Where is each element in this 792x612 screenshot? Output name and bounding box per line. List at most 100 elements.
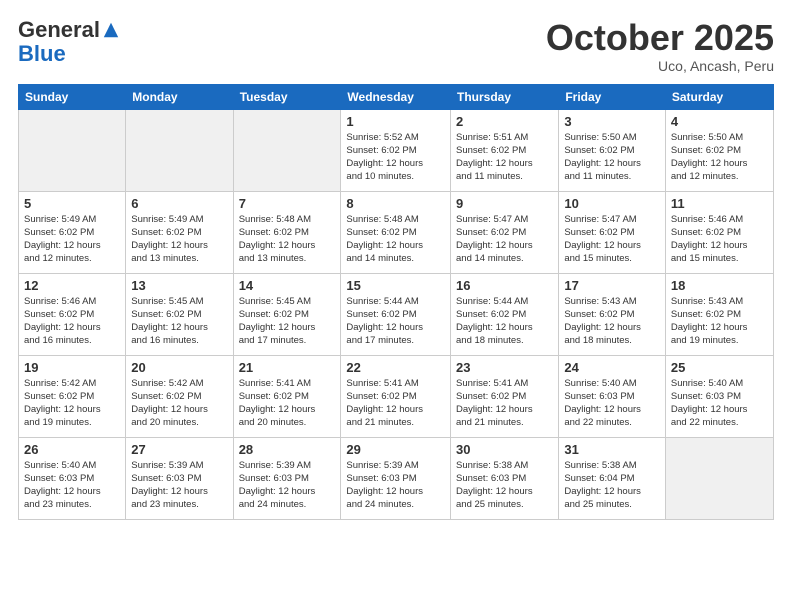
day-number: 19 <box>24 360 120 375</box>
day-number: 15 <box>346 278 445 293</box>
day-info: Sunrise: 5:39 AM Sunset: 6:03 PM Dayligh… <box>239 459 336 512</box>
day-info: Sunrise: 5:44 AM Sunset: 6:02 PM Dayligh… <box>346 295 445 348</box>
calendar: SundayMondayTuesdayWednesdayThursdayFrid… <box>18 84 774 520</box>
day-number: 3 <box>564 114 660 129</box>
calendar-cell: 15 Sunrise: 5:44 AM Sunset: 6:02 PM Dayli… <box>341 273 451 355</box>
day-number: 14 <box>239 278 336 293</box>
logo: General Blue <box>18 18 120 66</box>
calendar-cell: 14 Sunrise: 5:45 AM Sunset: 6:02 PM Dayli… <box>233 273 341 355</box>
calendar-cell: 22 Sunrise: 5:41 AM Sunset: 6:02 PM Dayli… <box>341 355 451 437</box>
day-info: Sunrise: 5:40 AM Sunset: 6:03 PM Dayligh… <box>564 377 660 430</box>
day-info: Sunrise: 5:48 AM Sunset: 6:02 PM Dayligh… <box>346 213 445 266</box>
calendar-cell <box>665 437 773 519</box>
day-info: Sunrise: 5:50 AM Sunset: 6:02 PM Dayligh… <box>671 131 768 184</box>
calendar-cell: 9Sunrise: 5:47 AM Sunset: 6:02 PM Daylig… <box>451 191 559 273</box>
day-info: Sunrise: 5:47 AM Sunset: 6:02 PM Dayligh… <box>564 213 660 266</box>
week-row-4: 26Sunrise: 5:40 AM Sunset: 6:03 PM Dayli… <box>19 437 774 519</box>
calendar-cell <box>233 109 341 191</box>
day-info: Sunrise: 5:38 AM Sunset: 6:04 PM Dayligh… <box>564 459 660 512</box>
day-info: Sunrise: 5:46 AM Sunset: 6:02 PM Dayligh… <box>671 213 768 266</box>
day-number: 31 <box>564 442 660 457</box>
day-info: Sunrise: 5:38 AM Sunset: 6:03 PM Dayligh… <box>456 459 553 512</box>
day-number: 21 <box>239 360 336 375</box>
calendar-cell: 10 Sunrise: 5:47 AM Sunset: 6:02 PM Dayli… <box>559 191 666 273</box>
day-number: 11 <box>671 196 768 211</box>
day-number: 4 <box>671 114 768 129</box>
week-row-0: 1 Sunrise: 5:52 AM Sunset: 6:02 PM Daylig… <box>19 109 774 191</box>
day-info: Sunrise: 5:43 AM Sunset: 6:02 PM Dayligh… <box>564 295 660 348</box>
calendar-cell: 20Sunrise: 5:42 AM Sunset: 6:02 PM Dayli… <box>126 355 233 437</box>
day-number: 30 <box>456 442 553 457</box>
day-number: 23 <box>456 360 553 375</box>
week-row-1: 5 Sunrise: 5:49 AM Sunset: 6:02 PM Daylig… <box>19 191 774 273</box>
week-row-3: 19 Sunrise: 5:42 AM Sunset: 6:02 PM Dayli… <box>19 355 774 437</box>
calendar-cell: 31 Sunrise: 5:38 AM Sunset: 6:04 PM Dayli… <box>559 437 666 519</box>
day-number: 2 <box>456 114 553 129</box>
day-number: 13 <box>131 278 227 293</box>
day-number: 6 <box>131 196 227 211</box>
day-info: Sunrise: 5:46 AM Sunset: 6:02 PM Dayligh… <box>24 295 120 348</box>
calendar-cell: 7Sunrise: 5:48 AM Sunset: 6:02 PM Daylig… <box>233 191 341 273</box>
day-info: Sunrise: 5:49 AM Sunset: 6:02 PM Dayligh… <box>24 213 120 266</box>
calendar-cell: 16Sunrise: 5:44 AM Sunset: 6:02 PM Dayli… <box>451 273 559 355</box>
weekday-header-saturday: Saturday <box>665 84 773 109</box>
calendar-cell: 6 Sunrise: 5:49 AM Sunset: 6:02 PM Daylig… <box>126 191 233 273</box>
calendar-cell: 11 Sunrise: 5:46 AM Sunset: 6:02 PM Dayli… <box>665 191 773 273</box>
weekday-header-tuesday: Tuesday <box>233 84 341 109</box>
day-number: 27 <box>131 442 227 457</box>
weekday-header-friday: Friday <box>559 84 666 109</box>
calendar-cell: 29Sunrise: 5:39 AM Sunset: 6:03 PM Dayli… <box>341 437 451 519</box>
logo-icon <box>102 21 120 39</box>
day-info: Sunrise: 5:42 AM Sunset: 6:02 PM Dayligh… <box>24 377 120 430</box>
day-number: 5 <box>24 196 120 211</box>
calendar-cell: 12 Sunrise: 5:46 AM Sunset: 6:02 PM Dayli… <box>19 273 126 355</box>
week-row-2: 12 Sunrise: 5:46 AM Sunset: 6:02 PM Dayli… <box>19 273 774 355</box>
logo-blue-text: Blue <box>18 42 120 66</box>
calendar-cell: 28 Sunrise: 5:39 AM Sunset: 6:03 PM Dayli… <box>233 437 341 519</box>
calendar-cell <box>126 109 233 191</box>
day-info: Sunrise: 5:49 AM Sunset: 6:02 PM Dayligh… <box>131 213 227 266</box>
day-number: 12 <box>24 278 120 293</box>
calendar-cell: 4 Sunrise: 5:50 AM Sunset: 6:02 PM Daylig… <box>665 109 773 191</box>
day-info: Sunrise: 5:50 AM Sunset: 6:02 PM Dayligh… <box>564 131 660 184</box>
day-info: Sunrise: 5:41 AM Sunset: 6:02 PM Dayligh… <box>346 377 445 430</box>
calendar-cell: 18 Sunrise: 5:43 AM Sunset: 6:02 PM Dayli… <box>665 273 773 355</box>
day-number: 18 <box>671 278 768 293</box>
day-info: Sunrise: 5:52 AM Sunset: 6:02 PM Dayligh… <box>346 131 445 184</box>
day-number: 29 <box>346 442 445 457</box>
header: General Blue October 2025 Uco, Ancash, P… <box>18 18 774 74</box>
day-number: 1 <box>346 114 445 129</box>
day-number: 28 <box>239 442 336 457</box>
day-info: Sunrise: 5:43 AM Sunset: 6:02 PM Dayligh… <box>671 295 768 348</box>
day-info: Sunrise: 5:45 AM Sunset: 6:02 PM Dayligh… <box>131 295 227 348</box>
page: General Blue October 2025 Uco, Ancash, P… <box>0 0 792 612</box>
day-number: 22 <box>346 360 445 375</box>
day-number: 25 <box>671 360 768 375</box>
calendar-cell: 1 Sunrise: 5:52 AM Sunset: 6:02 PM Daylig… <box>341 109 451 191</box>
day-info: Sunrise: 5:51 AM Sunset: 6:02 PM Dayligh… <box>456 131 553 184</box>
weekday-header-row: SundayMondayTuesdayWednesdayThursdayFrid… <box>19 84 774 109</box>
month-title: October 2025 <box>546 18 774 58</box>
day-number: 8 <box>346 196 445 211</box>
day-number: 7 <box>239 196 336 211</box>
calendar-cell: 17 Sunrise: 5:43 AM Sunset: 6:02 PM Dayli… <box>559 273 666 355</box>
calendar-cell: 25 Sunrise: 5:40 AM Sunset: 6:03 PM Dayli… <box>665 355 773 437</box>
calendar-cell: 26Sunrise: 5:40 AM Sunset: 6:03 PM Dayli… <box>19 437 126 519</box>
day-info: Sunrise: 5:47 AM Sunset: 6:02 PM Dayligh… <box>456 213 553 266</box>
calendar-cell: 13 Sunrise: 5:45 AM Sunset: 6:02 PM Dayli… <box>126 273 233 355</box>
location: Uco, Ancash, Peru <box>546 58 774 74</box>
title-area: October 2025 Uco, Ancash, Peru <box>546 18 774 74</box>
day-number: 20 <box>131 360 227 375</box>
calendar-cell: 8 Sunrise: 5:48 AM Sunset: 6:02 PM Daylig… <box>341 191 451 273</box>
calendar-cell: 21 Sunrise: 5:41 AM Sunset: 6:02 PM Dayli… <box>233 355 341 437</box>
day-number: 17 <box>564 278 660 293</box>
day-number: 10 <box>564 196 660 211</box>
calendar-cell: 2 Sunrise: 5:51 AM Sunset: 6:02 PM Daylig… <box>451 109 559 191</box>
weekday-header-wednesday: Wednesday <box>341 84 451 109</box>
weekday-header-thursday: Thursday <box>451 84 559 109</box>
day-info: Sunrise: 5:41 AM Sunset: 6:02 PM Dayligh… <box>239 377 336 430</box>
day-info: Sunrise: 5:45 AM Sunset: 6:02 PM Dayligh… <box>239 295 336 348</box>
day-info: Sunrise: 5:40 AM Sunset: 6:03 PM Dayligh… <box>671 377 768 430</box>
calendar-cell: 30 Sunrise: 5:38 AM Sunset: 6:03 PM Dayli… <box>451 437 559 519</box>
day-info: Sunrise: 5:44 AM Sunset: 6:02 PM Dayligh… <box>456 295 553 348</box>
